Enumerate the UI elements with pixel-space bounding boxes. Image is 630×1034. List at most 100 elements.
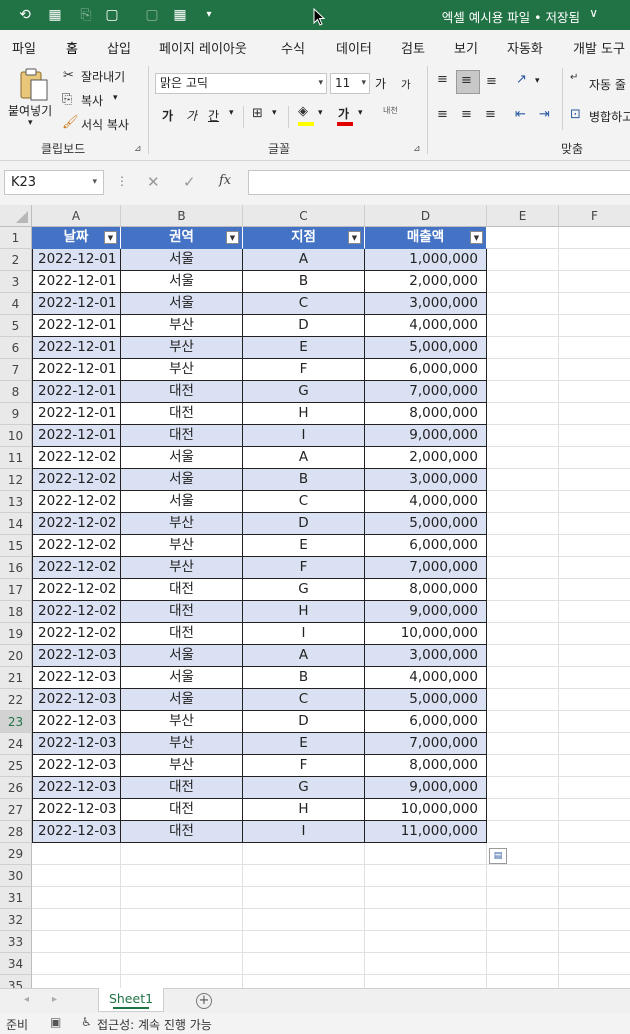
empty-cell[interactable] xyxy=(365,975,487,988)
underline-button[interactable]: 간 xyxy=(208,107,219,124)
row-header[interactable]: 22 xyxy=(0,689,32,711)
table-cell[interactable]: A xyxy=(243,447,365,469)
table-cell[interactable]: 3,000,000 xyxy=(365,469,487,491)
table-cell[interactable]: 부산 xyxy=(121,513,243,535)
increase-indent-icon[interactable]: ⇥ xyxy=(539,107,550,122)
align-center-icon[interactable]: ≡ xyxy=(461,107,472,122)
row-header[interactable]: 31 xyxy=(0,887,32,909)
scroll-right-icon[interactable]: ▸ xyxy=(52,994,57,1005)
table-cell[interactable]: B xyxy=(243,667,365,689)
empty-cell[interactable] xyxy=(487,249,559,271)
row-header[interactable]: 12 xyxy=(0,469,32,491)
row-header[interactable]: 9 xyxy=(0,403,32,425)
empty-cell[interactable] xyxy=(487,821,559,843)
table-cell[interactable]: 2022-12-01 xyxy=(32,381,121,403)
table-cell[interactable]: 9,000,000 xyxy=(365,777,487,799)
table-cell[interactable]: 2022-12-01 xyxy=(32,315,121,337)
table-cell[interactable]: 부산 xyxy=(121,337,243,359)
table-cell[interactable]: 2022-12-01 xyxy=(32,425,121,447)
empty-cell[interactable] xyxy=(559,425,630,447)
row-header[interactable]: 8 xyxy=(0,381,32,403)
empty-cell[interactable] xyxy=(559,887,630,909)
table-cell[interactable]: E xyxy=(243,535,365,557)
row-header[interactable]: 18 xyxy=(0,601,32,623)
table-cell[interactable]: 2022-12-02 xyxy=(32,623,121,645)
table-cell[interactable]: 5,000,000 xyxy=(365,337,487,359)
table-cell[interactable]: 9,000,000 xyxy=(365,601,487,623)
table-cell[interactable]: 2022-12-03 xyxy=(32,733,121,755)
empty-cell[interactable] xyxy=(559,623,630,645)
table-cell[interactable]: D xyxy=(243,315,365,337)
table-cell[interactable]: 9,000,000 xyxy=(365,425,487,447)
align-bottom-icon[interactable]: ≡ xyxy=(486,74,497,89)
empty-cell[interactable] xyxy=(365,887,487,909)
table-cell[interactable]: 2022-12-02 xyxy=(32,579,121,601)
table-cell[interactable]: 2022-12-02 xyxy=(32,557,121,579)
orientation-icon[interactable]: ↗ xyxy=(516,72,527,87)
empty-cell[interactable] xyxy=(487,535,559,557)
table-cell[interactable]: 대전 xyxy=(121,799,243,821)
table-cell[interactable]: 2022-12-03 xyxy=(32,799,121,821)
empty-cell[interactable] xyxy=(243,975,365,988)
underline-dropdown-icon[interactable]: ▾ xyxy=(229,108,234,118)
row-header[interactable]: 16 xyxy=(0,557,32,579)
font-launcher-icon[interactable]: ⊿ xyxy=(413,144,421,154)
table-cell[interactable]: 대전 xyxy=(121,821,243,843)
row-header[interactable]: 25 xyxy=(0,755,32,777)
table-cell[interactable]: 서울 xyxy=(121,667,243,689)
row-header[interactable]: 3 xyxy=(0,271,32,293)
empty-cell[interactable] xyxy=(32,909,121,931)
empty-cell[interactable] xyxy=(559,337,630,359)
table-cell[interactable]: 서울 xyxy=(121,293,243,315)
merge-center-button[interactable]: 병합하고 xyxy=(589,108,630,125)
table-cell[interactable]: 대전 xyxy=(121,623,243,645)
copy-button[interactable]: 복사 xyxy=(81,92,103,109)
font-color-dropdown-icon[interactable]: ▾ xyxy=(358,108,363,118)
table-cell[interactable]: 5,000,000 xyxy=(365,513,487,535)
table-cell[interactable]: H xyxy=(243,799,365,821)
empty-cell[interactable] xyxy=(365,953,487,975)
empty-cell[interactable] xyxy=(32,975,121,988)
table-cell[interactable]: G xyxy=(243,777,365,799)
empty-cell[interactable] xyxy=(487,755,559,777)
row-header[interactable]: 14 xyxy=(0,513,32,535)
table-cell[interactable]: 2022-12-01 xyxy=(32,249,121,271)
empty-cell[interactable] xyxy=(487,337,559,359)
border-dropdown-icon[interactable]: ▾ xyxy=(272,108,277,118)
row-header[interactable]: 26 xyxy=(0,777,32,799)
column-header-a[interactable]: A xyxy=(32,205,121,227)
row-header[interactable]: 30 xyxy=(0,865,32,887)
empty-cell[interactable] xyxy=(559,601,630,623)
table-cell[interactable]: 6,000,000 xyxy=(365,535,487,557)
paste-button[interactable]: 붙여넣기 xyxy=(8,102,52,119)
table-header-cell[interactable]: 날짜 ▼ xyxy=(32,227,121,249)
empty-cell[interactable] xyxy=(559,799,630,821)
row-header[interactable]: 20 xyxy=(0,645,32,667)
empty-cell[interactable] xyxy=(32,931,121,953)
enter-icon[interactable]: ✓ xyxy=(183,173,196,191)
table-cell[interactable]: 7,000,000 xyxy=(365,557,487,579)
table-cell[interactable]: 부산 xyxy=(121,557,243,579)
tab-formulas[interactable]: 수식 xyxy=(281,38,305,57)
macro-record-icon[interactable]: ▣ xyxy=(50,1015,61,1029)
empty-cell[interactable] xyxy=(121,887,243,909)
row-header[interactable]: 32 xyxy=(0,909,32,931)
row-header[interactable]: 23 xyxy=(0,711,32,733)
table-cell[interactable]: F xyxy=(243,755,365,777)
empty-cell[interactable] xyxy=(32,887,121,909)
empty-cell[interactable] xyxy=(559,381,630,403)
table-cell[interactable]: 부산 xyxy=(121,733,243,755)
empty-cell[interactable] xyxy=(487,601,559,623)
font-name-select[interactable]: 맑은 고딕 ▾ xyxy=(155,73,327,94)
table-cell[interactable]: H xyxy=(243,403,365,425)
new-sheet-icon[interactable]: ▢ xyxy=(104,7,120,23)
table-cell[interactable]: 2022-12-01 xyxy=(32,359,121,381)
empty-cell[interactable] xyxy=(32,865,121,887)
row-header[interactable]: 34 xyxy=(0,953,32,975)
table-cell[interactable]: F xyxy=(243,359,365,381)
empty-cell[interactable] xyxy=(243,909,365,931)
empty-cell[interactable] xyxy=(121,843,243,865)
table-cell[interactable]: 2022-12-03 xyxy=(32,711,121,733)
empty-cell[interactable] xyxy=(243,931,365,953)
cut-button[interactable]: 잘라내기 xyxy=(81,68,125,85)
